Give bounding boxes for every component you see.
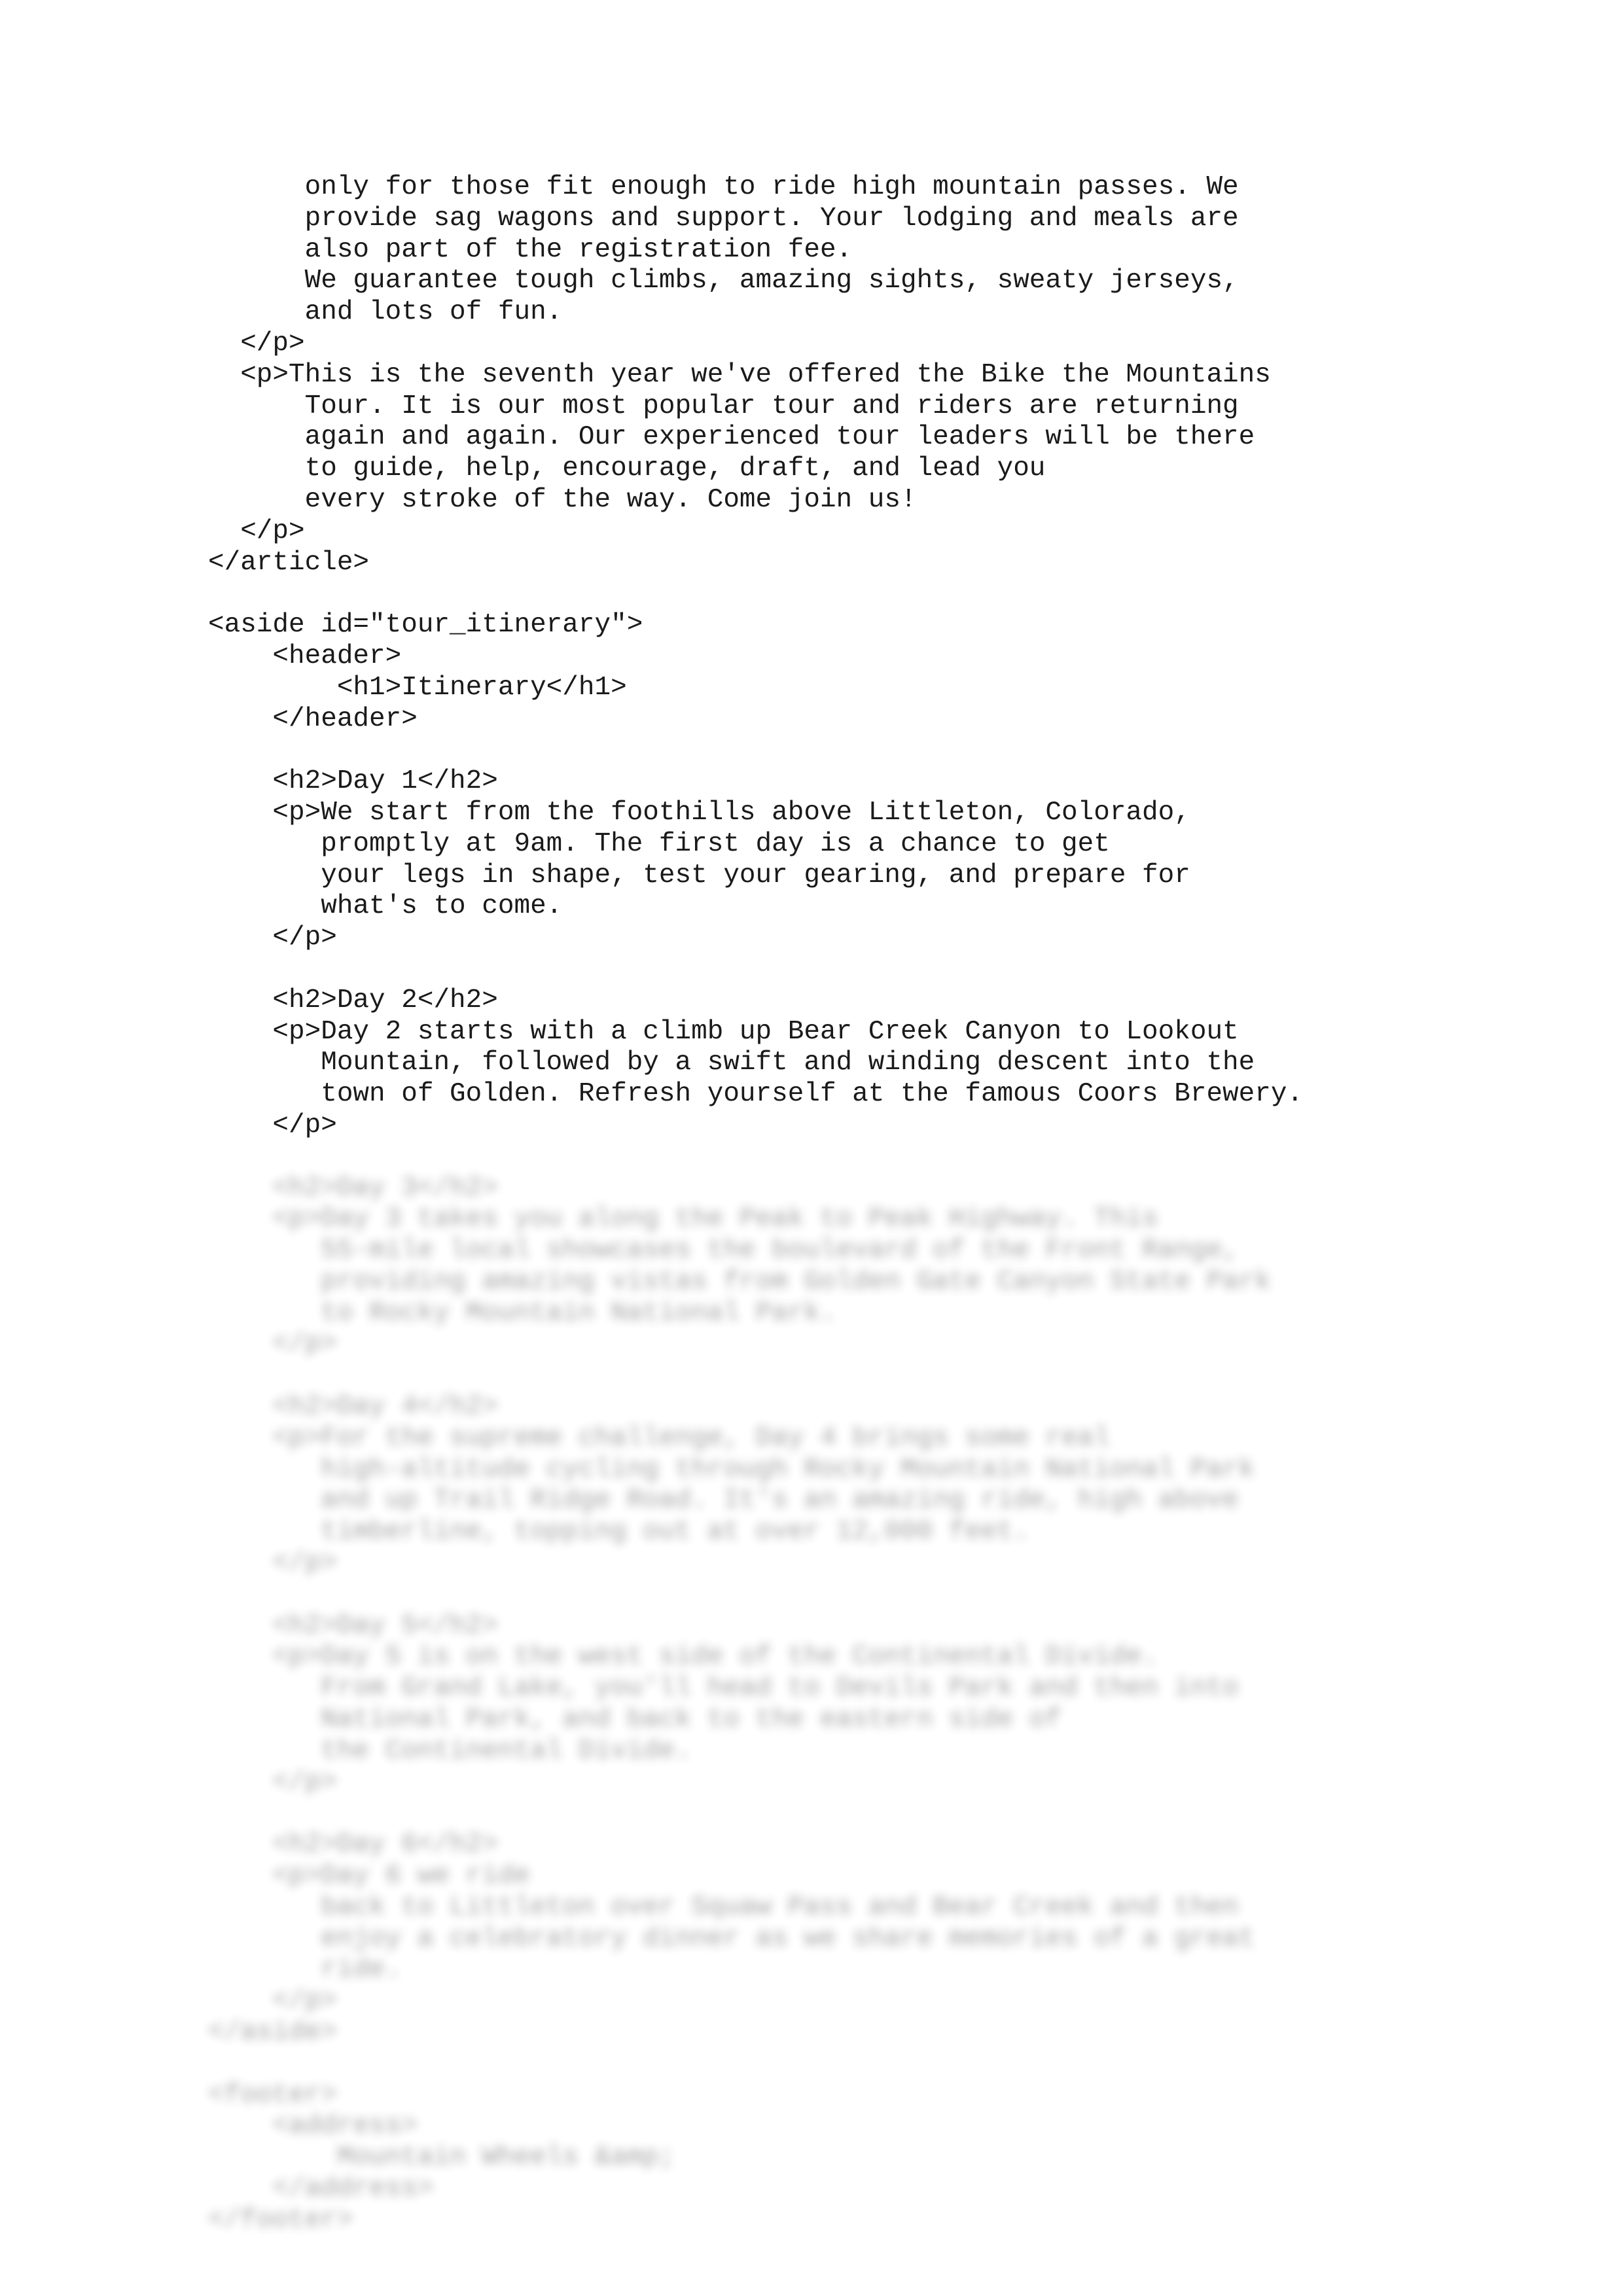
document-page: only for those fit enough to ride high m… bbox=[0, 0, 1623, 2296]
html-source-code-listing: only for those fit enough to ride high m… bbox=[208, 172, 1517, 2236]
code-block-sharp: only for those fit enough to ride high m… bbox=[208, 172, 1304, 1140]
code-block-blurred: <h2>Day 3</h2> <p>Day 3 takes you along … bbox=[208, 1173, 1271, 2235]
